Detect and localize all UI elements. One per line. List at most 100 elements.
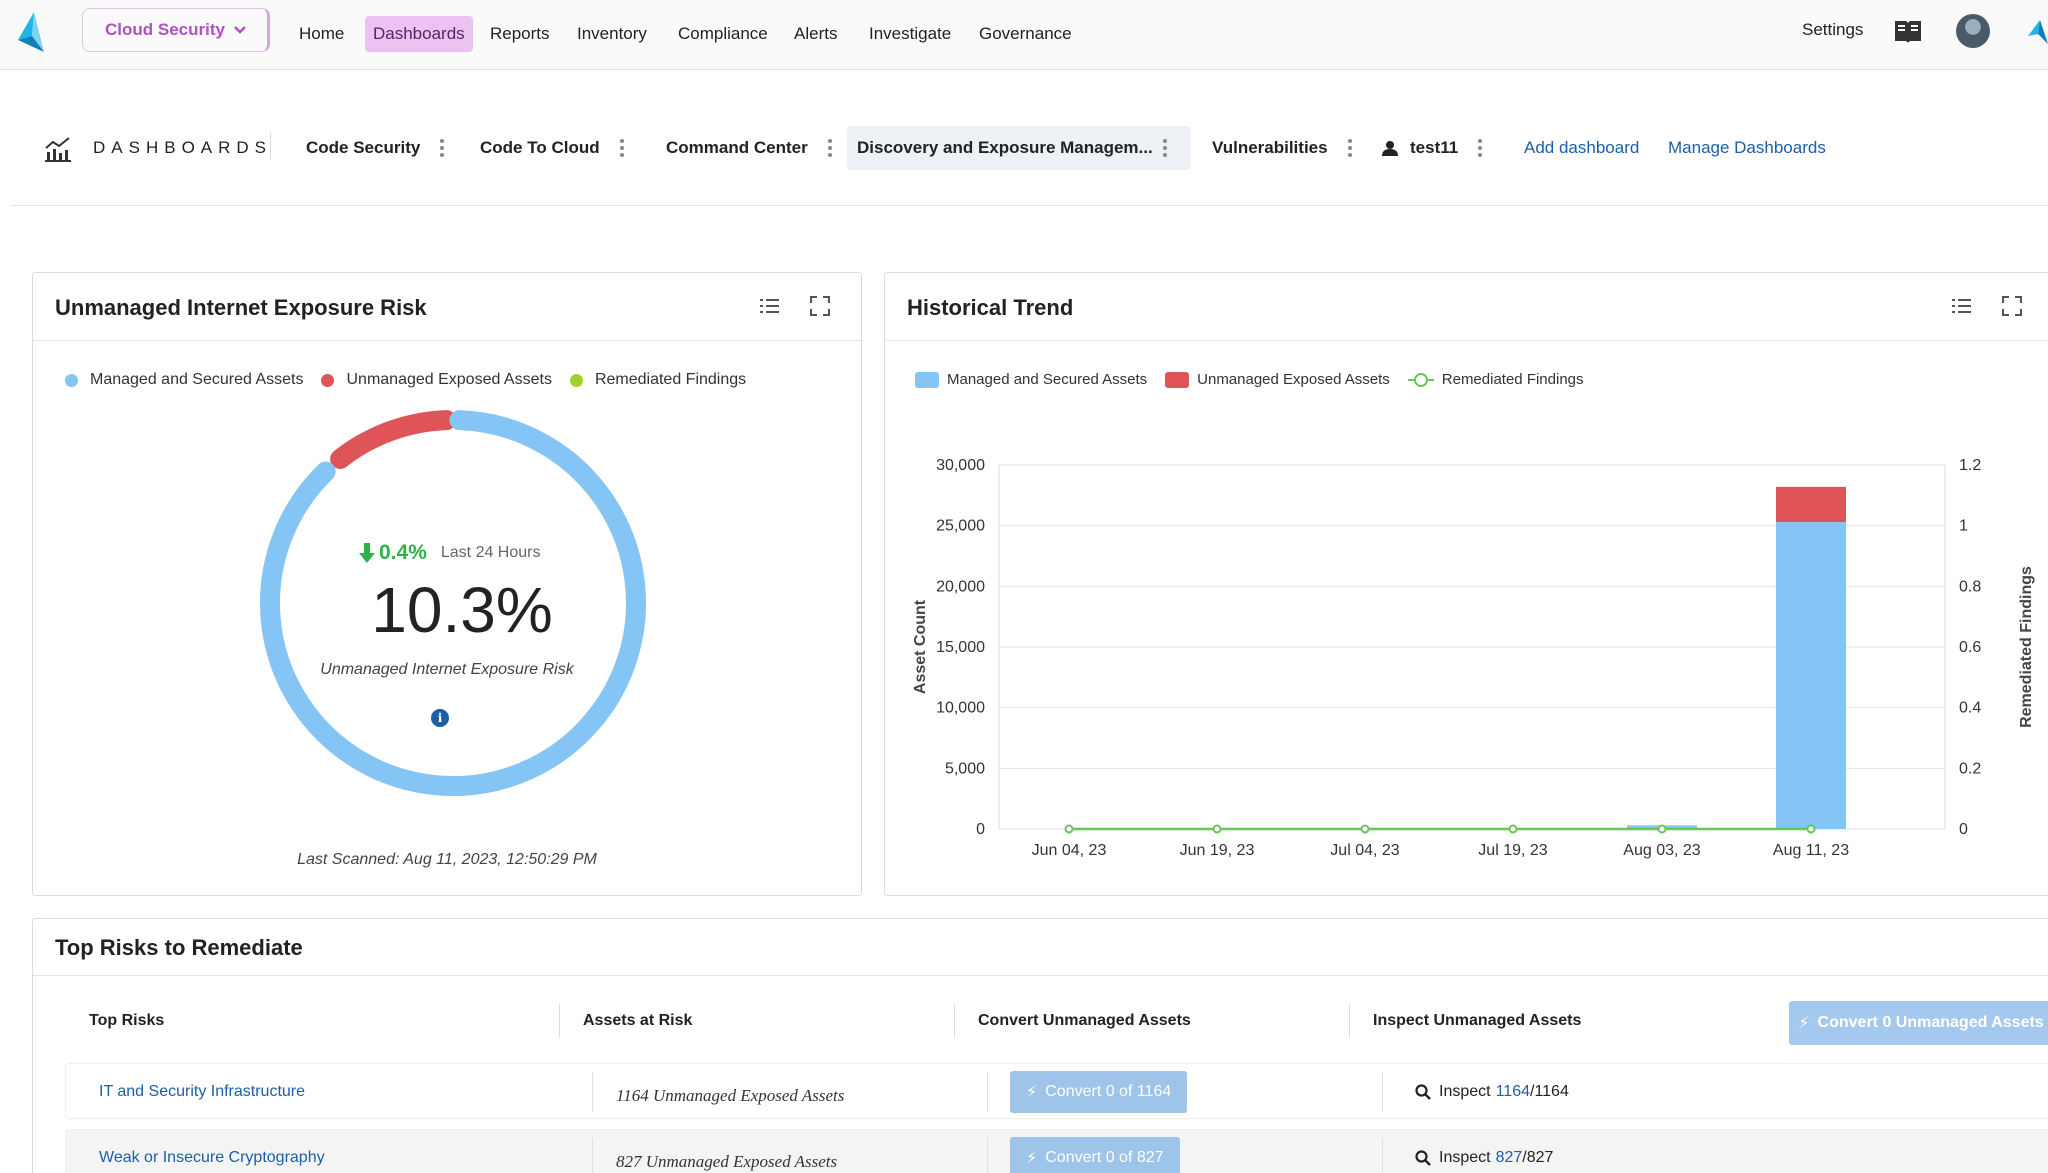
legend-dot <box>321 373 335 387</box>
column-header-assets-at-risk[interactable]: Assets at Risk <box>583 995 692 1047</box>
user-icon <box>1382 141 1398 156</box>
line-point[interactable] <box>1064 824 1074 834</box>
donut-legend: Managed and Secured Assets Unmanaged Exp… <box>65 371 764 389</box>
inspect-label: Inspect <box>1439 1083 1491 1100</box>
list-icon[interactable] <box>759 295 781 317</box>
tab-vulnerabilities[interactable]: Vulnerabilities <box>1202 126 1362 170</box>
line-point[interactable] <box>1360 824 1370 834</box>
donut-slice-unmanaged[interactable] <box>330 410 457 469</box>
more-options-icon[interactable] <box>1163 139 1167 157</box>
more-options-icon[interactable] <box>827 139 832 157</box>
column-header-inspect[interactable]: Inspect Unmanaged Assets <box>1373 995 1581 1047</box>
y-right-tick-label: 0.8 <box>1959 578 1981 595</box>
tab-label: Code Security <box>306 138 421 157</box>
y-right-tick-label: 0.4 <box>1959 700 1981 717</box>
product-selector[interactable]: Cloud Security <box>82 8 270 52</box>
legend-item[interactable]: Remediated Findings <box>569 371 747 389</box>
convert-button-label: Convert 0 of 827 <box>1045 1149 1164 1166</box>
risk-link[interactable]: Weak or Insecure Cryptography <box>99 1130 325 1173</box>
line-point[interactable] <box>1657 824 1667 834</box>
add-dashboard-link[interactable]: Add dashboard <box>1524 138 1639 158</box>
convert-cell: ⚡ Convert 0 of 1164 <box>1010 1064 1188 1120</box>
nav-dashboards[interactable]: Dashboards <box>365 16 473 52</box>
inspect-count-link[interactable]: 827 <box>1496 1149 1523 1167</box>
x-tick-label: Jun 04, 23 <box>1032 842 1107 859</box>
convert-all-button[interactable]: ⚡ Convert 0 Unmanaged Assets <box>1789 1001 2048 1045</box>
y-right-tick-label: 1.2 <box>1959 457 1981 474</box>
book-icon[interactable] <box>1893 16 1923 46</box>
assets-at-risk: 1164 Unmanaged Exposed Assets <box>616 1086 845 1105</box>
nav-governance[interactable]: Governance <box>971 16 1080 52</box>
product-selector-label: Cloud Security <box>105 20 225 39</box>
more-options-icon[interactable] <box>440 139 445 157</box>
x-tick-label: Jul 19, 23 <box>1478 842 1547 859</box>
y-right-tick-label: 0.6 <box>1959 639 1981 656</box>
inspect-count-link[interactable]: 1164 <box>1496 1083 1530 1101</box>
convert-button[interactable]: ⚡ Convert 0 of 827 <box>1010 1137 1180 1173</box>
settings-link[interactable]: Settings <box>1802 20 1863 40</box>
nav-compliance[interactable]: Compliance <box>670 16 776 52</box>
y-tick-label: 5,000 <box>945 760 985 777</box>
top-navigation: Cloud Security Home Dashboards Reports I… <box>0 0 2048 70</box>
tab-label: Command Center <box>666 138 808 157</box>
inspect-cell: Inspect 827 /827 <box>1415 1130 1553 1173</box>
divider <box>270 132 271 160</box>
nav-reports[interactable]: Reports <box>482 16 558 52</box>
divider <box>33 340 861 341</box>
line-point[interactable] <box>1508 824 1518 834</box>
avatar[interactable] <box>1956 14 1990 48</box>
tab-code-security[interactable]: Code Security <box>296 126 454 170</box>
bar-managed-and-secured-assets[interactable] <box>1776 522 1846 829</box>
convert-button[interactable]: ⚡ Convert 0 of 1164 <box>1010 1071 1188 1113</box>
legend-dot <box>65 373 78 387</box>
info-icon[interactable]: i <box>431 709 449 727</box>
y-tick-label: 20,000 <box>936 578 985 595</box>
inspect-total: /827 <box>1522 1149 1554 1166</box>
y-right-tick-label: 1 <box>1959 518 1968 535</box>
dashboard-chart-icon <box>45 137 71 162</box>
search-icon <box>1415 1150 1431 1166</box>
nav-investigate[interactable]: Investigate <box>861 16 959 52</box>
bar-unmanaged-exposed-assets[interactable] <box>1776 486 1846 523</box>
column-header-top-risks[interactable]: Top Risks <box>89 995 164 1047</box>
legend-item[interactable]: Managed and Secured Assets <box>65 371 303 389</box>
change-value: 0.4% <box>379 541 427 564</box>
tab-discovery-exposure[interactable]: Discovery and Exposure Managem... <box>847 126 1191 170</box>
app-logo[interactable] <box>14 10 50 54</box>
line-point[interactable] <box>1212 824 1222 834</box>
chevron-down-icon <box>234 26 246 34</box>
column-divider <box>592 1072 593 1112</box>
manage-dashboards-link[interactable]: Manage Dashboards <box>1668 138 1826 158</box>
column-divider <box>1349 1004 1350 1038</box>
historical-trend-card: Historical Trend Managed and Secured Ass… <box>884 272 2048 896</box>
arrow-down-icon <box>359 543 375 563</box>
nav-home[interactable]: Home <box>291 16 352 52</box>
legend-dot <box>569 373 583 387</box>
column-divider <box>559 1004 560 1038</box>
nav-alerts[interactable]: Alerts <box>786 16 845 52</box>
more-options-icon[interactable] <box>619 139 624 157</box>
risk-link[interactable]: IT and Security Infrastructure <box>99 1064 305 1120</box>
search-icon <box>1415 1084 1431 1100</box>
y-axis-title: Asset Count <box>912 599 929 694</box>
column-divider <box>987 1138 988 1173</box>
y-tick-label: 15,000 <box>936 639 985 656</box>
tab-test11[interactable]: test11 <box>1372 126 1492 170</box>
tab-label: test11 <box>1410 138 1459 157</box>
tab-label: Discovery and Exposure Managem... <box>857 138 1153 157</box>
more-options-icon[interactable] <box>1478 139 1483 157</box>
column-header-convert[interactable]: Convert Unmanaged Assets <box>978 995 1191 1047</box>
x-tick-label: Jul 04, 23 <box>1330 842 1399 859</box>
tab-code-to-cloud[interactable]: Code To Cloud <box>470 126 634 170</box>
legend-item[interactable]: Unmanaged Exposed Assets <box>321 371 552 389</box>
tab-command-center[interactable]: Command Center <box>656 126 842 170</box>
column-divider <box>987 1072 988 1112</box>
expand-icon[interactable] <box>809 295 831 317</box>
assistant-icon[interactable] <box>2026 18 2048 46</box>
line-point[interactable] <box>1806 824 1816 834</box>
nav-inventory[interactable]: Inventory <box>569 16 655 52</box>
change-period: Last 24 Hours <box>440 544 541 561</box>
legend-label: Remediated Findings <box>594 371 747 388</box>
more-options-icon[interactable] <box>1347 139 1352 157</box>
column-divider <box>592 1138 593 1173</box>
